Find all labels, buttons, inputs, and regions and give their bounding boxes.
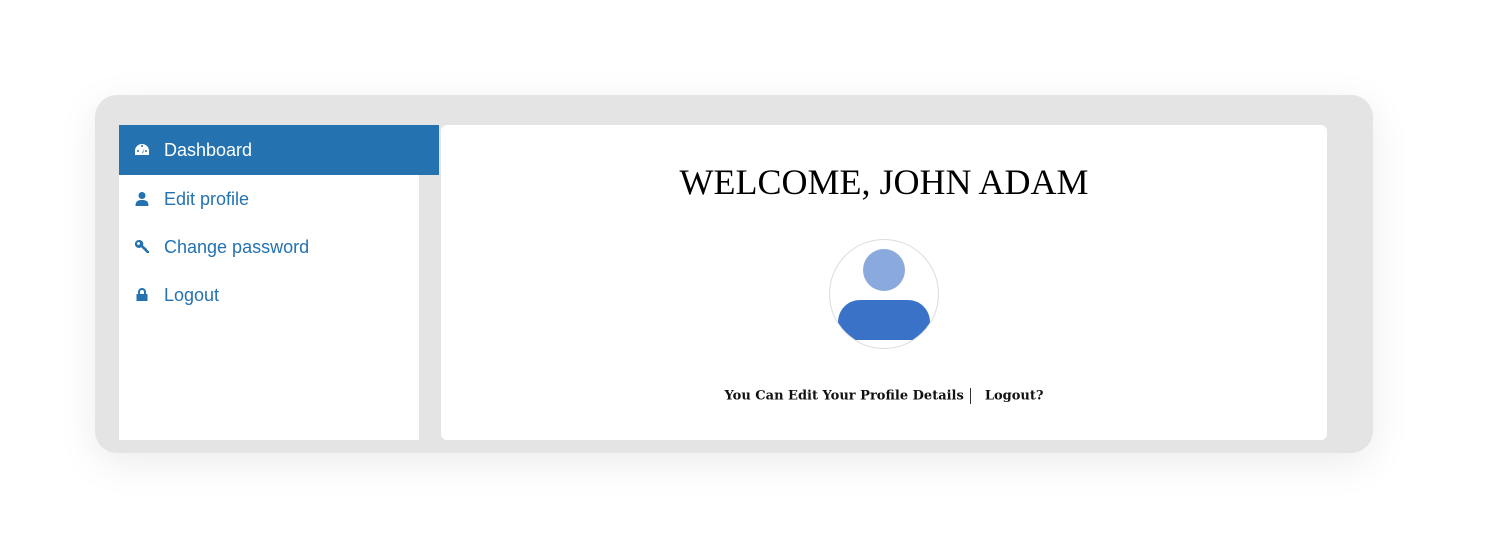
welcome-heading: WELCOME, JOHN ADAM (679, 162, 1089, 202)
edit-profile-details-link[interactable]: You Can Edit Your Profile Details (725, 389, 964, 404)
avatar (829, 239, 939, 349)
key-icon (134, 239, 150, 255)
sidebar-item-change-password[interactable]: Change password (119, 223, 419, 271)
sidebar: Dashboard Edit profile Change password L… (119, 125, 439, 440)
sidebar-item-edit-profile[interactable]: Edit profile (119, 175, 419, 223)
separator (969, 388, 971, 404)
sidebar-item-dashboard[interactable]: Dashboard (119, 125, 439, 175)
avatar-icon (838, 249, 930, 340)
main-panel: WELCOME, JOHN ADAM You Can Edit Your Pro… (441, 125, 1327, 440)
sidebar-item-label: Edit profile (164, 188, 250, 209)
sidebar-item-label: Logout (164, 284, 220, 305)
dashboard-icon (134, 142, 150, 158)
sidebar-item-label: Change password (164, 236, 310, 257)
logout-link[interactable]: Logout? (985, 389, 1044, 404)
sidebar-item-label: Dashboard (164, 139, 253, 160)
lock-icon (134, 287, 150, 303)
sidebar-item-logout[interactable]: Logout (119, 271, 419, 319)
user-icon (134, 191, 150, 207)
profile-links: You Can Edit Your Profile Details Logout? (441, 388, 1327, 404)
